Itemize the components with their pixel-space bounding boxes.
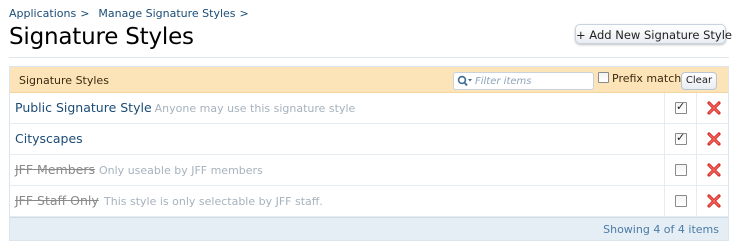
signature-style-description: Only useable by JFF members bbox=[99, 164, 263, 177]
signature-style-link[interactable]: Public Signature Style Anyone may use thi… bbox=[15, 100, 355, 115]
column-divider bbox=[664, 186, 665, 216]
delete-icon[interactable] bbox=[707, 101, 721, 115]
enabled-checkbox[interactable] bbox=[675, 195, 687, 207]
search-icon bbox=[457, 75, 472, 87]
signature-styles-panel: Signature Styles Prefix match Clear Publ… bbox=[9, 66, 729, 241]
column-divider bbox=[696, 186, 697, 216]
delete-icon[interactable] bbox=[707, 132, 721, 146]
list-item: JFF Members Only useable by JFF members bbox=[10, 155, 728, 186]
list-item: Cityscapes bbox=[10, 124, 728, 155]
page-title: Signature Styles bbox=[9, 24, 194, 50]
clear-filter-button[interactable]: Clear bbox=[681, 72, 717, 90]
column-divider bbox=[696, 93, 697, 123]
prefix-match-toggle[interactable]: Prefix match bbox=[598, 72, 681, 85]
column-divider bbox=[664, 155, 665, 185]
signature-style-link[interactable]: JFF Members bbox=[15, 162, 95, 177]
signature-style-link[interactable]: JFF Staff Only bbox=[15, 193, 99, 208]
breadcrumb: Applications > Manage Signature Styles > bbox=[9, 7, 258, 20]
delete-icon[interactable] bbox=[707, 194, 721, 208]
signature-style-description: This style is only selectable by JFF sta… bbox=[104, 195, 323, 208]
enabled-checkbox[interactable] bbox=[675, 131, 687, 145]
column-divider bbox=[664, 93, 665, 123]
enabled-checkbox[interactable] bbox=[675, 100, 687, 114]
enabled-checkbox[interactable] bbox=[675, 164, 687, 176]
column-divider bbox=[664, 124, 665, 154]
prefix-match-label: Prefix match bbox=[612, 72, 682, 85]
delete-icon[interactable] bbox=[707, 163, 721, 177]
panel-title: Signature Styles bbox=[19, 74, 109, 87]
column-divider bbox=[696, 155, 697, 185]
add-new-signature-style-button[interactable]: + Add New Signature Style bbox=[575, 24, 732, 44]
panel-header: Signature Styles Prefix match Clear bbox=[10, 67, 728, 93]
prefix-match-checkbox[interactable] bbox=[598, 72, 609, 83]
filter-box bbox=[453, 72, 594, 90]
list-footer: Showing 4 of 4 items bbox=[10, 217, 728, 240]
signature-style-link[interactable]: Cityscapes bbox=[15, 131, 86, 146]
breadcrumb-separator: > bbox=[80, 7, 90, 20]
item-count: Showing 4 of 4 items bbox=[603, 223, 719, 236]
signature-style-name: JFF Staff Only bbox=[15, 193, 99, 208]
signature-style-name: JFF Members bbox=[15, 162, 95, 177]
signature-style-name: Public Signature Style bbox=[15, 100, 152, 115]
list-item: JFF Staff Only This style is only select… bbox=[10, 186, 728, 217]
breadcrumb-applications[interactable]: Applications bbox=[9, 7, 76, 20]
breadcrumb-separator: > bbox=[239, 7, 249, 20]
list-item: Public Signature Style Anyone may use thi… bbox=[10, 93, 728, 124]
signature-style-description: Anyone may use this signature style bbox=[154, 102, 356, 115]
title-divider bbox=[9, 57, 729, 58]
breadcrumb-manage-signature-styles[interactable]: Manage Signature Styles bbox=[98, 7, 235, 20]
filter-input[interactable] bbox=[475, 74, 589, 88]
signature-style-name: Cityscapes bbox=[15, 131, 83, 146]
column-divider bbox=[696, 124, 697, 154]
